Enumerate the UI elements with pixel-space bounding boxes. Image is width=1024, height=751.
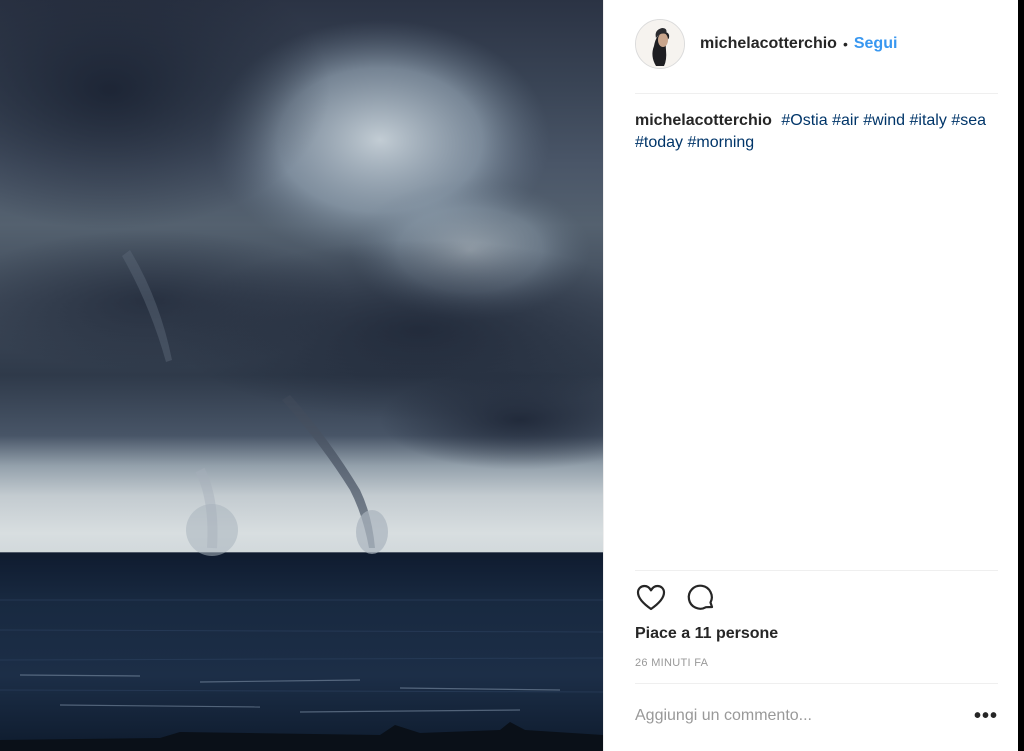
profile-photo-icon	[636, 20, 684, 68]
post-photo[interactable]	[0, 0, 603, 751]
waterspout-photo-art	[0, 0, 603, 751]
post-header: michelacotterchio • Segui	[635, 18, 998, 70]
header-username[interactable]: michelacotterchio	[700, 35, 837, 53]
hashtag-link[interactable]: #air	[832, 112, 859, 129]
hashtag-link[interactable]: #sea	[951, 112, 986, 129]
hashtag-link[interactable]: #italy	[910, 112, 947, 129]
post-timestamp[interactable]: 26 minuti fa	[635, 657, 708, 669]
instagram-post: michelacotterchio • Segui michelacotterc…	[0, 0, 1024, 751]
post-sidebar: michelacotterchio • Segui michelacotterc…	[603, 0, 1024, 751]
hashtag-link[interactable]: #Ostia	[781, 112, 827, 129]
action-bar	[635, 582, 717, 614]
separator-dot: •	[842, 36, 848, 52]
follow-button[interactable]: Segui	[854, 35, 898, 53]
avatar[interactable]	[635, 19, 685, 69]
hashtag-link[interactable]: #morning	[688, 134, 755, 151]
comment-box: •••	[635, 696, 998, 736]
comment-input[interactable]	[635, 707, 935, 725]
hashtag-link[interactable]: #today	[635, 134, 683, 151]
window-edge	[1018, 0, 1024, 751]
hashtag-link[interactable]: #wind	[863, 112, 905, 129]
heart-icon[interactable]	[635, 582, 667, 614]
actions-divider	[635, 570, 998, 571]
caption-username[interactable]: michelacotterchio	[635, 112, 772, 129]
comment-icon[interactable]	[685, 582, 717, 614]
likes-count[interactable]: Piace a 11 persone	[635, 625, 778, 643]
more-options-icon[interactable]: •••	[974, 706, 998, 726]
comment-divider	[635, 683, 998, 684]
header-divider	[635, 93, 998, 94]
post-caption: michelacotterchio #Ostia #air #wind #ita…	[635, 110, 995, 154]
